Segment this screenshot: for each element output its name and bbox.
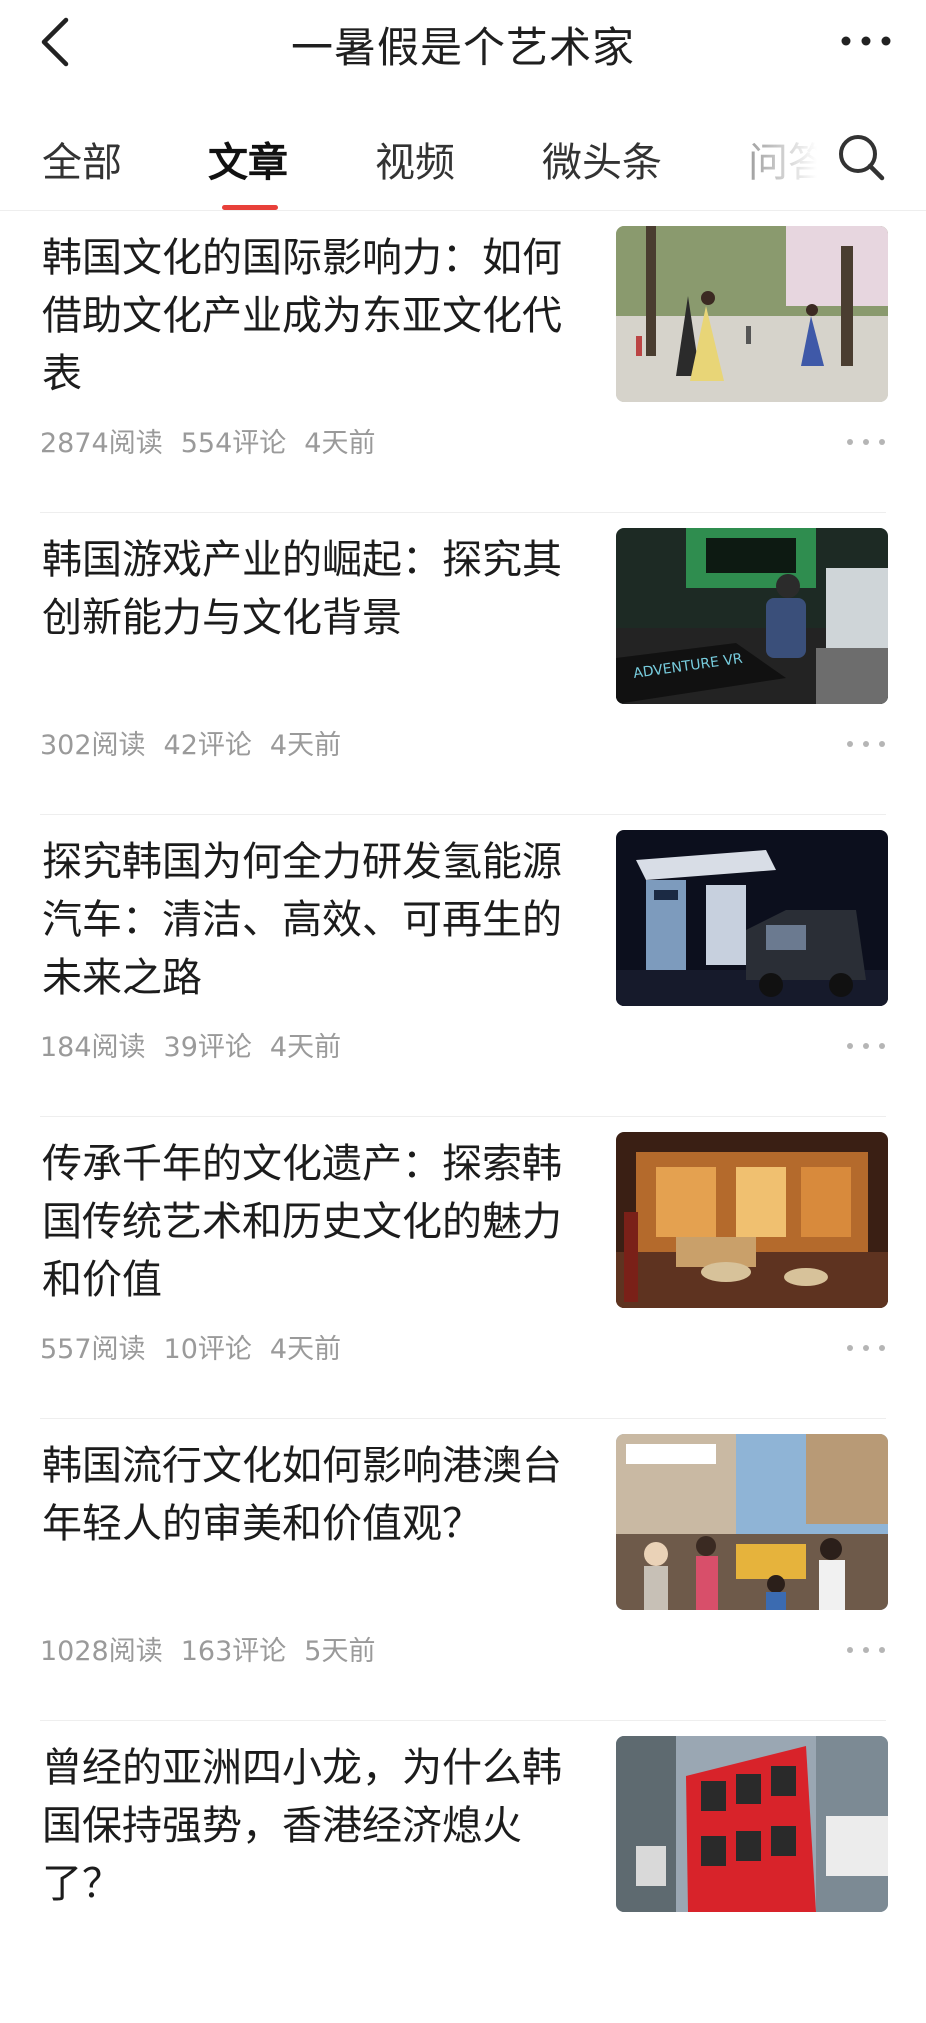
publish-time: 5天前: [304, 1636, 376, 1667]
read-count: 302阅读: [40, 730, 146, 761]
article-thumbnail[interactable]: [616, 1434, 888, 1610]
more-horizontal-icon: [847, 1345, 885, 1351]
read-count: 557阅读: [40, 1334, 146, 1365]
article-title[interactable]: 韩国文化的国际影响力：如何借助文化产业成为东亚文化代表: [42, 229, 582, 403]
top-bar: 一暑假是个艺术家: [0, 0, 926, 90]
article-thumbnail[interactable]: [616, 1736, 888, 1912]
read-count: 2874阅读: [40, 428, 163, 459]
tab-micro-headlines[interactable]: 微头条: [542, 130, 662, 188]
more-horizontal-icon: [847, 439, 885, 445]
hanbok-street-image: [616, 226, 888, 402]
publish-time: 4天前: [269, 1334, 342, 1365]
more-horizontal-icon: [847, 1647, 885, 1653]
article-meta: 302阅读 42评论 4天前: [40, 723, 359, 762]
article-meta: 557阅读 10评论 4天前: [40, 1327, 359, 1366]
tram-image: [616, 1736, 888, 1912]
article-title[interactable]: 探究韩国为何全力研发氢能源汽车：清洁、高效、可再生的未来之路: [42, 833, 582, 1007]
comment-count: 42评论: [163, 730, 252, 761]
article-item[interactable]: 传承千年的文化遗产：探索韩国传统艺术和历史文化的魅力和价值 557阅读 10评论 4…: [0, 1117, 926, 1419]
article-item[interactable]: 韩国流行文化如何影响港澳台年轻人的审美和价值观？ 1028阅读 163评论 5天前: [0, 1419, 926, 1721]
article-meta: [40, 1931, 94, 1962]
hydrogen-truck-image: [616, 830, 888, 1006]
article-thumbnail[interactable]: [616, 226, 888, 402]
search-icon: [839, 135, 885, 181]
article-item[interactable]: 韩国游戏产业的崛起：探究其创新能力与文化背景 ADVENTURE VR 302阅…: [0, 513, 926, 815]
search-button[interactable]: [832, 128, 892, 188]
article-more-button[interactable]: [844, 436, 888, 448]
article-item[interactable]: 曾经的亚洲四小龙，为什么韩国保持强势，香港经济熄火了？: [0, 1721, 926, 2023]
comment-count: 10评论: [163, 1334, 252, 1365]
article-item[interactable]: 探究韩国为何全力研发氢能源汽车：清洁、高效、可再生的未来之路 184阅读 39评论…: [0, 815, 926, 1117]
publish-time: 4天前: [269, 730, 342, 761]
tab-articles[interactable]: 文章: [208, 130, 288, 188]
tab-bar: 全部 文章 视频 微头条 问答: [0, 100, 926, 210]
tab-all[interactable]: 全部: [42, 130, 122, 188]
article-meta: 184阅读 39评论 4天前: [40, 1025, 359, 1064]
read-count: 1028阅读: [40, 1636, 163, 1667]
read-count: 184阅读: [40, 1032, 146, 1063]
publish-time: 4天前: [269, 1032, 342, 1063]
more-horizontal-icon: [847, 1043, 885, 1049]
more-button[interactable]: [836, 16, 896, 66]
comment-count: 39评论: [163, 1032, 252, 1063]
article-thumbnail[interactable]: [616, 830, 888, 1006]
article-more-button[interactable]: [844, 738, 888, 750]
article-list: 韩国文化的国际影响力：如何借助文化产业成为东亚文化代表 2874阅读 554评论 4…: [0, 211, 926, 2023]
article-more-button[interactable]: [844, 1040, 888, 1052]
article-title[interactable]: 韩国游戏产业的崛起：探究其创新能力与文化背景: [42, 531, 582, 647]
tab-videos[interactable]: 视频: [375, 130, 455, 188]
article-title[interactable]: 传承千年的文化遗产：探索韩国传统艺术和历史文化的魅力和价值: [42, 1135, 582, 1309]
article-more-button[interactable]: [844, 1644, 888, 1656]
page-title: 一暑假是个艺术家: [290, 23, 635, 72]
tab-fade: [745, 120, 835, 200]
comment-count: 554评论: [180, 428, 287, 459]
article-title[interactable]: 曾经的亚洲四小龙，为什么韩国保持强势，香港经济熄火了？: [42, 1739, 582, 1913]
more-horizontal-icon: [847, 741, 885, 747]
vr-arcade-image: ADVENTURE VR: [616, 528, 888, 704]
publish-time: 4天前: [304, 428, 376, 459]
article-item[interactable]: 韩国文化的国际影响力：如何借助文化产业成为东亚文化代表 2874阅读 554评论 4…: [0, 211, 926, 513]
more-horizontal-icon: [841, 36, 891, 46]
museum-interior-image: [616, 1132, 888, 1308]
article-thumbnail[interactable]: [616, 1132, 888, 1308]
market-crowd-image: [616, 1434, 888, 1610]
article-title[interactable]: 韩国流行文化如何影响港澳台年轻人的审美和价值观？: [42, 1437, 582, 1553]
article-meta: 1028阅读 163评论 5天前: [40, 1629, 393, 1668]
article-meta: 2874阅读 554评论 4天前: [40, 421, 393, 460]
article-thumbnail[interactable]: ADVENTURE VR: [616, 528, 888, 704]
article-more-button[interactable]: [844, 1342, 888, 1354]
comment-count: 163评论: [180, 1636, 287, 1667]
